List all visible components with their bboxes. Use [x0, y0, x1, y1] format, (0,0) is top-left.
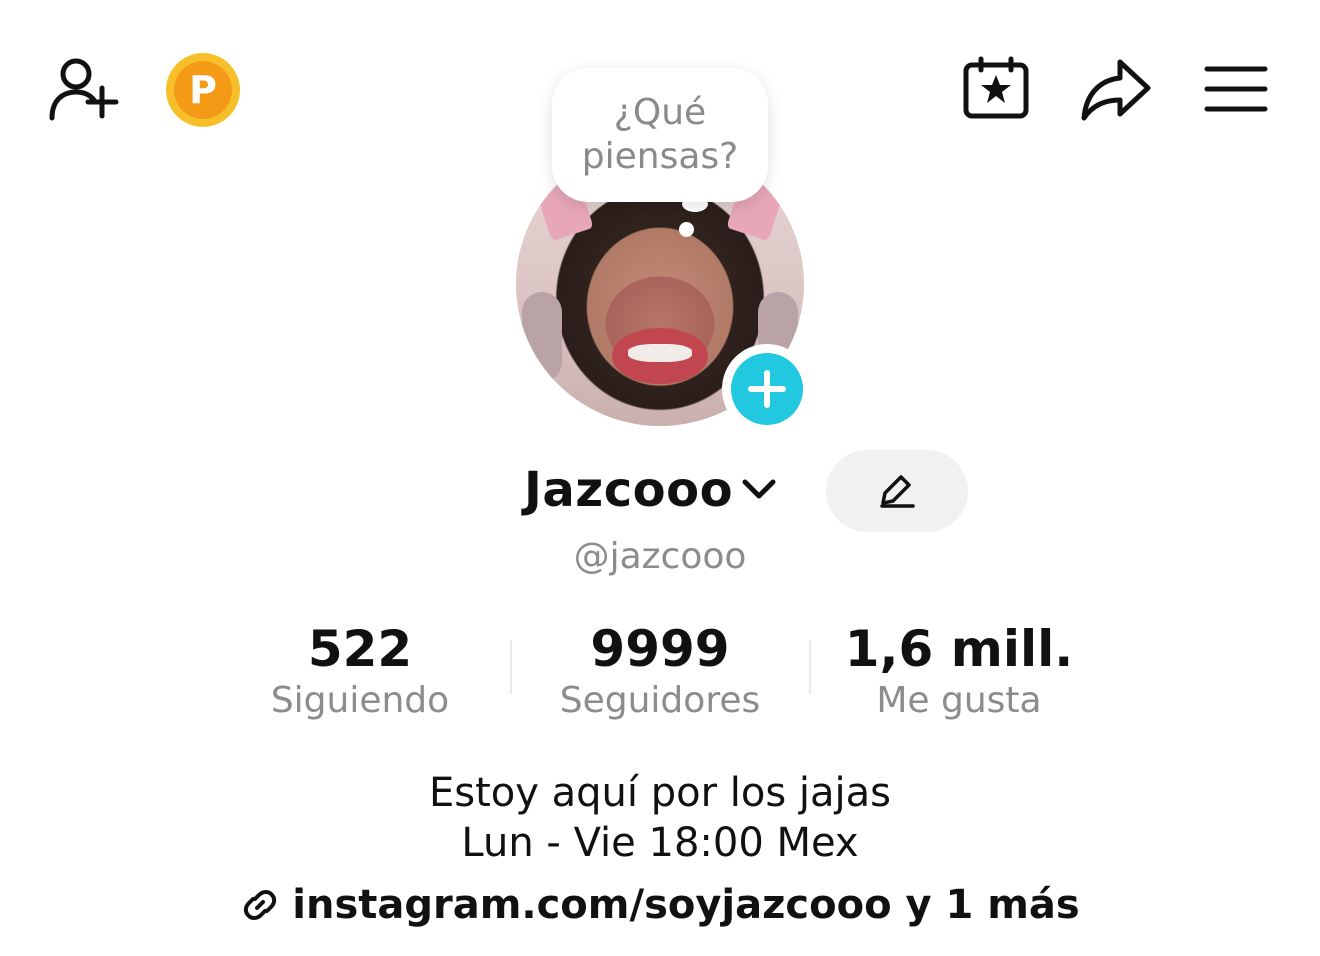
bio: Estoy aquí por los jajas Lun - Vie 18:00… [0, 768, 1320, 868]
stat-following-value: 522 [307, 620, 413, 678]
stat-followers[interactable]: 9999 Seguidores [510, 618, 810, 722]
display-name[interactable]: Jazcooo [524, 462, 733, 518]
add-story-button[interactable] [722, 344, 812, 434]
calendar-star-icon [963, 56, 1029, 119]
points-icon: P [174, 61, 232, 119]
profile-link[interactable]: instagram.com/soyjazcooo y 1 más [0, 882, 1320, 928]
add-friend-button[interactable] [46, 54, 122, 124]
thought-bubble-line1: ¿Qué [613, 92, 707, 133]
stat-followers-label: Seguidores [559, 680, 761, 721]
stat-likes[interactable]: 1,6 mill. Me gusta [809, 618, 1109, 722]
bio-line2: Lun - Vie 18:00 Mex [461, 820, 859, 866]
add-story-circle [731, 353, 803, 425]
username: @jazcooo [573, 536, 747, 577]
avatar-headphone-left [522, 292, 562, 382]
bio-line1: Estoy aquí por los jajas [429, 770, 891, 816]
stat-followers-value: 9999 [590, 620, 730, 678]
calendar-button[interactable] [962, 56, 1030, 120]
edit-profile-button[interactable] [826, 450, 968, 532]
share-icon [1081, 59, 1151, 121]
thought-bubble[interactable]: ¿Qué piensas? [552, 68, 768, 202]
stat-likes-label: Me gusta [876, 680, 1042, 721]
profile-link-text: instagram.com/soyjazcooo y 1 más [292, 882, 1080, 928]
plus-icon [748, 370, 786, 408]
add-friend-icon [49, 58, 119, 121]
thought-bubble-line2: piensas? [581, 136, 739, 177]
points-badge[interactable]: P [166, 53, 240, 127]
stat-following-label: Siguiendo [270, 680, 450, 721]
account-switch-button[interactable] [742, 478, 776, 507]
link-icon [244, 890, 277, 920]
menu-icon [1204, 66, 1268, 112]
pencil-icon [880, 475, 915, 508]
chevron-down-icon [742, 479, 776, 499]
share-button[interactable] [1080, 56, 1152, 122]
bubble-tail-dot [679, 222, 694, 237]
avatar-teeth [628, 344, 692, 362]
menu-button[interactable] [1204, 64, 1268, 114]
stat-following[interactable]: 522 Siguiendo [210, 618, 510, 722]
stat-likes-value: 1,6 mill. [844, 620, 1074, 678]
